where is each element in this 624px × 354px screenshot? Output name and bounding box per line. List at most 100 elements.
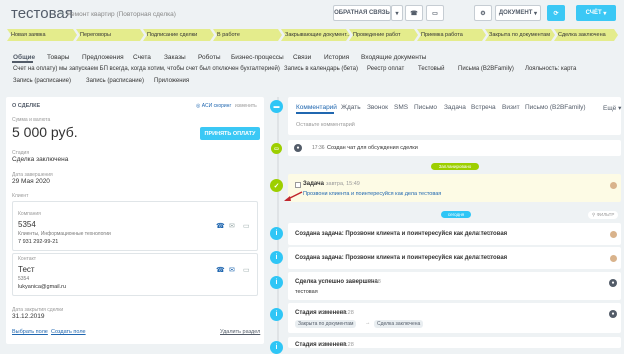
- tab-offers[interactable]: Предложения: [82, 54, 124, 61]
- task-checkbox[interactable]: [295, 182, 301, 188]
- client-label: Клиент: [12, 193, 29, 199]
- feed-item-text: Стадия изменена: [295, 342, 347, 348]
- arrow-right-icon: →: [365, 320, 371, 326]
- stage-acceptance[interactable]: Приемка работа: [417, 29, 486, 41]
- stage-deal-concluded[interactable]: Сделка заключена: [554, 29, 618, 41]
- user-icon: ●: [294, 144, 302, 152]
- account-button[interactable]: СЧЁТ ▾: [576, 5, 616, 21]
- feed-item-time: 15:49: [478, 255, 492, 261]
- stage-closed-docs[interactable]: Закрыта по документам: [485, 29, 555, 41]
- delete-section-link[interactable]: Удалить раздел: [220, 329, 260, 335]
- filter-button[interactable]: ⚲ ФИЛЬТР: [588, 211, 619, 219]
- stage-from-tag: Закрыта по документам: [295, 320, 357, 328]
- tab-test[interactable]: Тестовый: [418, 66, 445, 72]
- filter-icon: ⚲: [592, 212, 596, 217]
- comment-icon: ▬: [270, 100, 283, 113]
- avatar: [610, 255, 617, 262]
- tab-bizproc[interactable]: Бизнес-процессы: [231, 54, 284, 61]
- company-type: Клиенты, Информационные технологии: [18, 231, 111, 237]
- info-icon: i: [270, 308, 283, 321]
- task-text[interactable]: Прозвони клиента и поинтересуйся как дел…: [303, 191, 441, 197]
- feed-item: [288, 272, 621, 300]
- chat-icon[interactable]: ▭: [243, 222, 250, 230]
- phone-icon[interactable]: ☎: [216, 222, 225, 230]
- chat-icon[interactable]: ▭: [243, 266, 250, 274]
- filter-label: ФИЛЬТР: [596, 212, 615, 217]
- task-time: завтра, 15:49: [326, 181, 360, 187]
- sum-value: 5 000 руб.: [12, 124, 78, 140]
- feed-item-text: Сделка успешно завершена: [295, 279, 378, 285]
- stage-closing-docs[interactable]: Закрывающие документ...: [281, 29, 350, 41]
- avatar: [610, 182, 617, 189]
- deal-category[interactable]: Ремонт квартир (Повторная сделка): [67, 11, 176, 18]
- tab-payments-registry[interactable]: Реестр оплат: [367, 66, 404, 72]
- sum-label: Сумма и валюта: [12, 117, 51, 123]
- tab-schedule-1[interactable]: Запись (расписание): [13, 78, 71, 84]
- contact-email[interactable]: lukyanica@gmail.ru: [18, 284, 66, 290]
- mail-icon[interactable]: ✉: [229, 222, 235, 230]
- feed-tab-call[interactable]: Звонок: [367, 104, 388, 111]
- feed-tab-letters-b2b[interactable]: Письмо (B2BFamily): [525, 104, 586, 111]
- tab-letters-b2b[interactable]: Письма (B2BFamily): [458, 66, 514, 72]
- feed-tab-meeting[interactable]: Встреча: [471, 104, 496, 111]
- phone-icon[interactable]: ☎: [405, 5, 423, 21]
- chat-icon: ▭: [271, 143, 282, 154]
- edit-link[interactable]: изменить: [235, 103, 257, 109]
- chevron-down-icon[interactable]: ▾: [391, 5, 403, 21]
- stage-works[interactable]: Проведение работ: [349, 29, 418, 41]
- tab-products[interactable]: Товары: [47, 54, 69, 61]
- contact-name[interactable]: Тест: [18, 265, 35, 274]
- ai-scoring-link[interactable]: ◎ АСИ скоринг: [196, 103, 231, 109]
- mail-icon[interactable]: ✉: [229, 266, 235, 274]
- pencil-icon[interactable]: ✎: [59, 10, 65, 18]
- create-field-link[interactable]: Создать поле: [51, 329, 86, 335]
- comment-input[interactable]: Оставьте комментарий: [296, 122, 355, 128]
- accept-payment-button[interactable]: ПРИНЯТЬ ОПЛАТУ: [200, 127, 260, 140]
- tab-invoice-bp[interactable]: Счет на оплату) мы запускаем БП всегда, …: [13, 66, 280, 72]
- avatar: [610, 231, 617, 238]
- tab-links[interactable]: Связи: [293, 54, 311, 61]
- stage-new[interactable]: Новая заявка: [7, 29, 77, 41]
- feed-tab-email[interactable]: Письмо: [414, 104, 437, 111]
- tab-calendar[interactable]: Запись в календарь (бета): [284, 66, 358, 72]
- user-icon: ●: [609, 310, 617, 318]
- tab-general[interactable]: Общие: [13, 54, 35, 61]
- tab-schedule-2[interactable]: Запись (расписание): [86, 78, 144, 84]
- company-phone[interactable]: 7 931 292-99-21: [18, 239, 58, 245]
- feed-tab-comment[interactable]: Комментарий: [296, 104, 337, 111]
- gear-icon[interactable]: ⚙: [474, 5, 492, 21]
- feed-tab-more[interactable]: Ещё ▾: [603, 104, 621, 112]
- document-button[interactable]: ДОКУМЕНТ ▾: [495, 5, 541, 21]
- feed-tab-visit[interactable]: Визит: [502, 104, 520, 111]
- feed-item-time: 15:28: [340, 342, 354, 348]
- tab-robots[interactable]: Роботы: [198, 54, 221, 61]
- feed-item-time: 15:28: [340, 310, 354, 316]
- task-item: [288, 174, 621, 202]
- tab-orders[interactable]: Заказы: [164, 54, 186, 61]
- feed-tab-wait[interactable]: Ждать: [341, 104, 361, 111]
- stage-signing[interactable]: Подписание сделки: [143, 29, 214, 41]
- contact-label: Контакт: [18, 256, 37, 262]
- feed-item-text: Создана задача: Прозвони клиента и поинт…: [295, 255, 508, 261]
- feed-item-sub: тестовая: [295, 289, 318, 295]
- stage-in-work[interactable]: В работе: [213, 29, 282, 41]
- chat-icon[interactable]: ▭: [426, 5, 444, 21]
- tab-invoices[interactable]: Счета: [133, 54, 151, 61]
- account-label: СЧЁТ: [585, 10, 602, 16]
- company-name[interactable]: 5354: [18, 220, 36, 229]
- feed-tab-sms[interactable]: SMS: [394, 104, 408, 111]
- company-label: Компания: [18, 211, 41, 217]
- tab-apps[interactable]: Приложения: [154, 78, 189, 84]
- refresh-icon[interactable]: ⟳: [547, 5, 565, 21]
- feed-tab-task[interactable]: Задача: [444, 104, 466, 111]
- stage-negotiation[interactable]: Переговоры: [76, 29, 144, 41]
- ai-icon: ◎: [196, 103, 201, 109]
- tab-loyalty[interactable]: Лояльность: карта: [525, 66, 576, 72]
- feedback-button[interactable]: ОБРАТНАЯ СВЯЗЬ: [333, 5, 391, 21]
- feed-item: [288, 303, 621, 333]
- select-field-link[interactable]: Выбрать поле: [12, 329, 48, 335]
- phone-icon[interactable]: ☎: [216, 266, 225, 274]
- planned-badge: Запланировано: [431, 163, 479, 170]
- tab-history[interactable]: История: [324, 54, 349, 61]
- tab-incoming-docs[interactable]: Входящие документы: [361, 54, 426, 61]
